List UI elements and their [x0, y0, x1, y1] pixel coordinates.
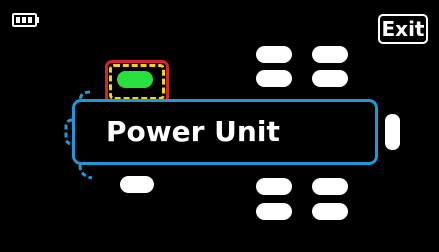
side-connector[interactable]	[385, 114, 400, 150]
connector-bottom-4[interactable]	[312, 203, 348, 220]
connector-bottom-2[interactable]	[312, 178, 348, 195]
power-unit-label: Power Unit	[106, 115, 280, 148]
connector-bottom-left[interactable]	[120, 176, 154, 193]
screen: Exit Power Unit	[0, 0, 439, 252]
connector-bottom-1[interactable]	[256, 178, 292, 195]
connector-bottom-3[interactable]	[256, 203, 292, 220]
